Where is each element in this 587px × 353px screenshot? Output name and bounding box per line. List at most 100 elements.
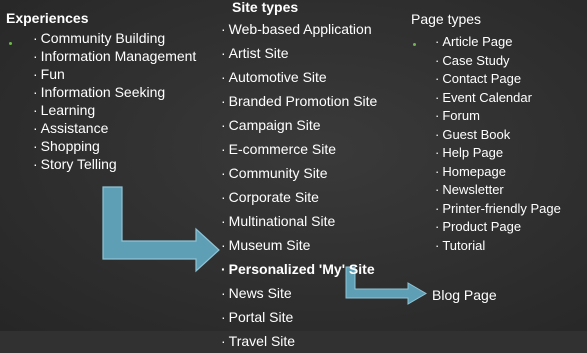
experiences-heading: Experiences	[6, 10, 89, 26]
list-item: · Web-based Application	[221, 17, 377, 41]
item-label: Learning	[40, 102, 96, 118]
list-item: · Contact Page	[435, 70, 561, 89]
item-marker: ·	[435, 182, 440, 197]
list-item: · Learning	[33, 101, 196, 119]
list-item: · Forum	[435, 107, 561, 126]
item-label: Community Site	[228, 165, 328, 181]
list-item: · Branded Promotion Site	[221, 89, 377, 113]
list-item: · Campaign Site	[221, 113, 377, 137]
item-marker: ·	[221, 117, 226, 133]
item-label: Shopping	[40, 138, 100, 154]
item-marker: ·	[435, 34, 440, 49]
item-marker: ·	[33, 48, 38, 64]
list-item: · News Site	[221, 281, 377, 305]
item-label: Newsletter	[442, 182, 504, 197]
site-types-heading: Site types	[232, 0, 299, 15]
list-item: · Story Telling	[33, 155, 196, 173]
item-label: Printer-friendly Page	[442, 200, 561, 216]
item-label: Case Study	[442, 52, 510, 68]
item-marker: ·	[33, 30, 38, 46]
list-item: · Automotive Site	[221, 65, 377, 89]
item-marker: ·	[33, 156, 38, 172]
item-marker: ·	[221, 69, 226, 85]
experiences-list: · Community Building · Information Managem…	[33, 29, 196, 173]
item-marker: ·	[33, 102, 38, 118]
item-marker: ·	[221, 309, 226, 325]
list-item: · Newsletter	[435, 181, 561, 200]
item-marker: ·	[33, 66, 38, 82]
item-marker: ·	[435, 145, 440, 160]
item-label: Contact Page	[442, 71, 522, 86]
item-label: Portal Site	[228, 309, 294, 325]
item-label: Event Calendar	[442, 89, 532, 105]
list-item: · Travel Site	[221, 329, 377, 353]
item-label: Information Management	[40, 48, 197, 64]
item-marker: ·	[435, 219, 440, 234]
item-marker: ·	[435, 108, 440, 123]
page-types-heading: Page types	[411, 11, 482, 27]
item-label: Tutorial	[442, 237, 486, 253]
item-marker: ·	[221, 213, 226, 229]
item-marker: ·	[435, 200, 440, 216]
item-label: Information Seeking	[40, 84, 166, 100]
list-item: · Printer-friendly Page	[435, 200, 561, 219]
item-marker: ·	[33, 84, 38, 100]
item-label: News Site	[228, 285, 292, 301]
list-item: · Information Seeking	[33, 83, 196, 101]
item-label: Help Page	[442, 145, 504, 160]
item-label: Homepage	[442, 163, 506, 179]
list-item: · Tutorial	[435, 237, 561, 256]
item-marker: ·	[221, 333, 226, 349]
item-marker: ·	[435, 126, 440, 142]
item-label: Personalized 'My' Site	[228, 261, 375, 277]
item-label: Forum	[442, 108, 480, 123]
blog-page-label: Blog Page	[432, 287, 497, 303]
item-marker: ·	[221, 189, 226, 205]
item-label: Story Telling	[40, 156, 117, 172]
list-item: · Fun	[33, 65, 196, 83]
arrow-experiences-to-personalized	[102, 186, 220, 273]
item-marker: ·	[221, 93, 226, 109]
item-marker: ·	[435, 89, 440, 105]
list-item: · Information Management	[33, 47, 196, 65]
list-item: · Community Site	[221, 161, 377, 185]
item-marker: ·	[221, 141, 226, 157]
item-marker: ·	[435, 163, 440, 179]
item-label: Article Page	[442, 34, 513, 49]
list-item: · Case Study	[435, 52, 561, 71]
item-marker: ·	[33, 138, 38, 154]
item-label: Artist Site	[228, 45, 289, 61]
item-label: Automotive Site	[228, 69, 327, 85]
item-label: Corporate Site	[228, 189, 319, 205]
item-label: Fun	[40, 66, 65, 82]
site-types-section: Site types	[232, 0, 298, 14]
list-item: · Assistance	[33, 119, 196, 137]
item-marker: ·	[435, 71, 440, 86]
list-item: · Portal Site	[221, 305, 377, 329]
item-label: Multinational Site	[228, 213, 336, 229]
item-label: Branded Promotion Site	[228, 93, 378, 109]
list-item-highlighted: · Personalized 'My' Site	[221, 257, 377, 281]
list-item: · Shopping	[33, 137, 196, 155]
item-marker: ·	[221, 165, 226, 181]
page-types-list: · Article Page · Case Study · Contact Page …	[435, 33, 561, 255]
item-marker: ·	[435, 52, 440, 68]
item-label: E-commerce Site	[228, 141, 337, 157]
page-types-bullet	[413, 43, 416, 46]
item-label: Museum Site	[228, 237, 311, 253]
list-item: · Artist Site	[221, 41, 377, 65]
experiences-bullet	[9, 42, 12, 45]
item-label: Community Building	[40, 30, 166, 46]
item-label: Travel Site	[228, 333, 296, 349]
item-label: Assistance	[40, 120, 109, 136]
list-item: · Article Page	[435, 33, 561, 52]
list-item: · Guest Book	[435, 126, 561, 145]
list-item: · Community Building	[33, 29, 196, 47]
site-types-list: · Web-based Application · Artist Site · Aut…	[221, 17, 377, 353]
list-item: · E-commerce Site	[221, 137, 377, 161]
item-label: Campaign Site	[228, 117, 321, 133]
item-marker: ·	[221, 21, 226, 37]
experiences-section: Experiences	[6, 10, 89, 26]
item-marker: ·	[221, 45, 226, 61]
item-label: Product Page	[442, 219, 522, 234]
